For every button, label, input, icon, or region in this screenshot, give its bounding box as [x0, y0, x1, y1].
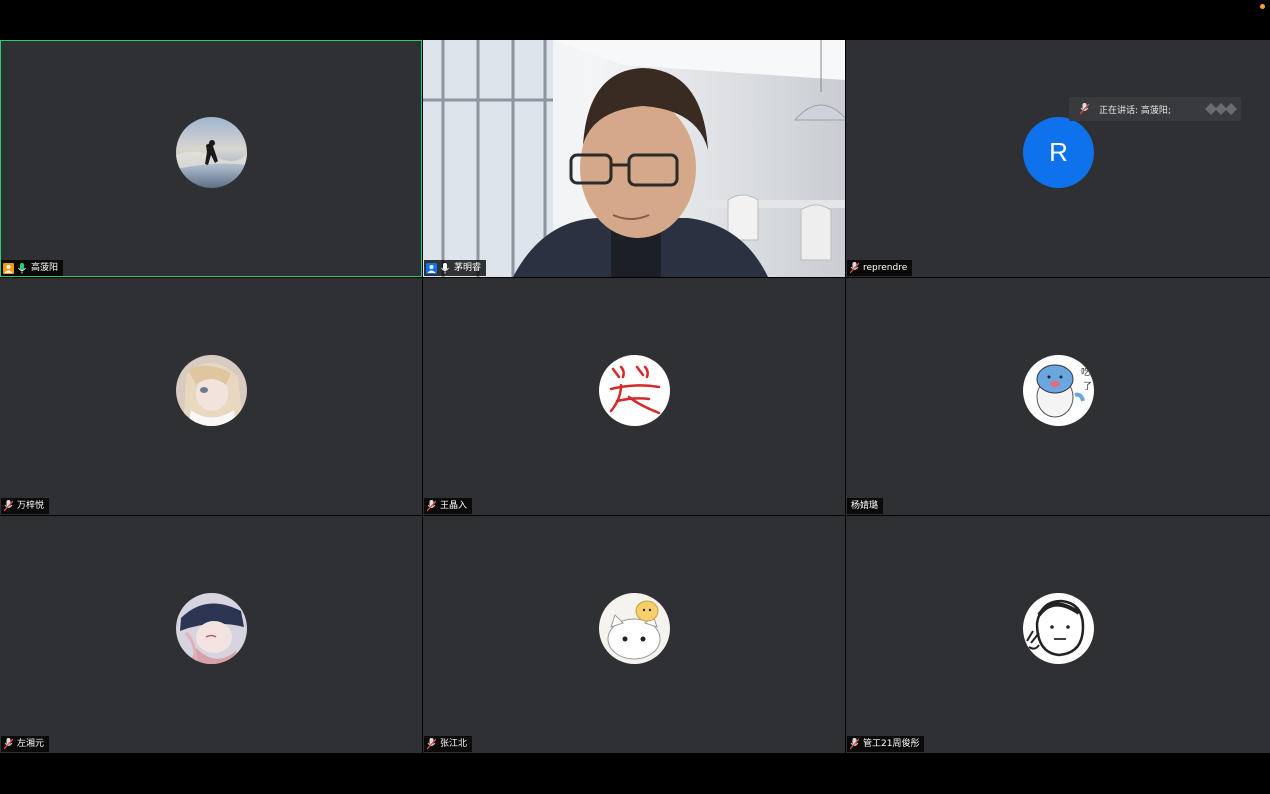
host-badge-icon	[1, 260, 15, 276]
cartoon-seal-avatar: 吃 了	[1023, 355, 1094, 426]
participant-name: reprendre	[863, 263, 908, 273]
participant-name: 高菠阳	[31, 263, 59, 273]
participant-name: 茅明睿	[454, 263, 482, 273]
muted-mic-icon	[1069, 103, 1099, 115]
participant-tile-5[interactable]: 王晶入	[423, 278, 845, 515]
participant-tile-2[interactable]: 茅明睿	[423, 40, 845, 277]
participant-tile-3[interactable]: R 正在讲话: 高菠阳; reprendre	[846, 40, 1270, 277]
cat-with-crown-avatar	[599, 593, 670, 664]
participant-nametag: 左湘元	[1, 736, 50, 752]
anime-cap-avatar	[176, 593, 247, 664]
surfer-photo-avatar	[176, 117, 247, 188]
calligraphy-xiao-avatar	[599, 355, 670, 426]
muted-mic-icon	[424, 736, 438, 752]
svg-text:了: 了	[1083, 381, 1092, 392]
participant-nametag: 杨婧璐	[847, 498, 884, 514]
participant-nametag: reprendre	[847, 260, 913, 276]
participant-nametag: 高菠阳	[1, 260, 64, 276]
recording-indicator-icon	[1260, 4, 1265, 9]
mic-active-icon	[15, 260, 29, 276]
participant-tile-8[interactable]: 张江北	[423, 516, 845, 753]
meeting-window: 高菠阳 茅明睿 R 正在讲话: 高菠阳; reprendre 万梓悦 王晶入 吃…	[0, 0, 1270, 794]
doodle-face-avatar	[1023, 593, 1094, 664]
participant-name: 杨婧璐	[851, 501, 879, 511]
svg-text:吃: 吃	[1081, 366, 1090, 378]
participant-nametag: 万梓悦	[1, 498, 50, 514]
participant-name: 管工21周俊彤	[863, 739, 920, 749]
participant-tile-9[interactable]: 管工21周俊彤	[846, 516, 1270, 753]
participant-nametag: 茅明睿	[424, 260, 487, 276]
participant-nametag: 管工21周俊彤	[847, 736, 925, 752]
participant-name: 王晶入	[440, 501, 468, 511]
muted-mic-icon	[424, 498, 438, 514]
letter-avatar: R	[1023, 117, 1094, 188]
participant-tile-6[interactable]: 吃 了 杨婧璐	[846, 278, 1270, 515]
participant-nametag: 张江北	[424, 736, 473, 752]
speaking-wave-icon	[1201, 103, 1241, 115]
participant-tile-7[interactable]: 左湘元	[0, 516, 422, 753]
muted-mic-icon	[847, 260, 861, 276]
participant-tile-4[interactable]: 万梓悦	[0, 278, 422, 515]
camera-video-feed	[423, 40, 845, 277]
muted-mic-icon	[847, 736, 861, 752]
participant-name: 左湘元	[17, 739, 45, 749]
mic-on-icon	[438, 260, 452, 276]
gallery-view: 高菠阳 茅明睿 R 正在讲话: 高菠阳; reprendre 万梓悦 王晶入 吃…	[0, 40, 1270, 753]
host-badge-icon	[424, 260, 438, 276]
participant-tile-1[interactable]: 高菠阳	[0, 40, 422, 277]
participant-name: 万梓悦	[17, 501, 45, 511]
muted-mic-icon	[1, 736, 15, 752]
participant-name: 张江北	[440, 739, 468, 749]
muted-mic-icon	[1, 498, 15, 514]
active-speaker-label: 正在讲话: 高菠阳;	[1099, 105, 1171, 116]
anime-character-avatar	[176, 355, 247, 426]
active-speaker-banner: 正在讲话: 高菠阳;	[1069, 97, 1241, 121]
participant-nametag: 王晶入	[424, 498, 473, 514]
